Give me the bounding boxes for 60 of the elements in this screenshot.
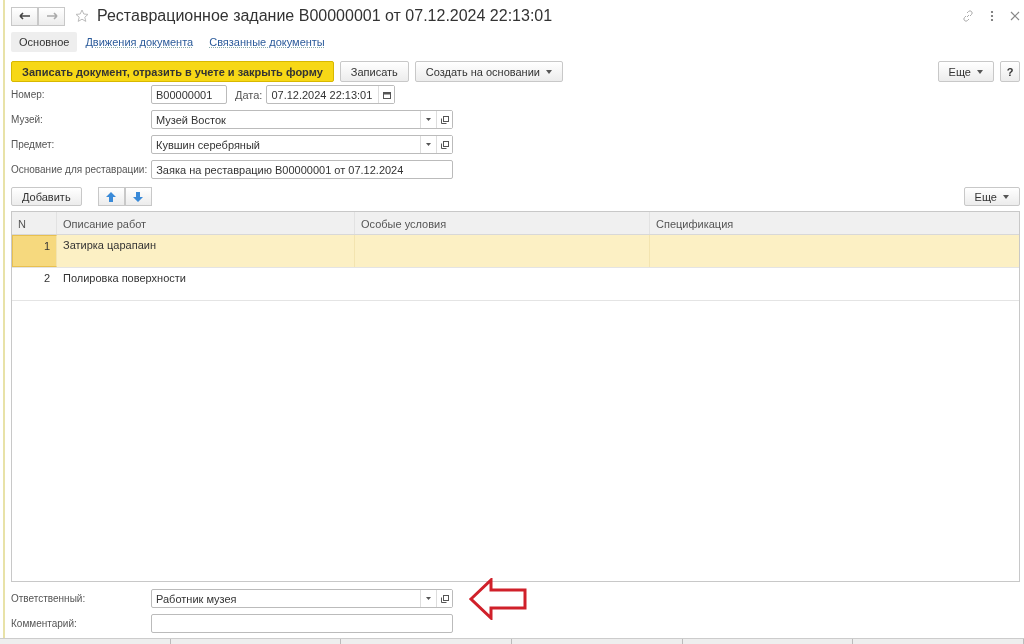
- field-label: Музей:: [11, 114, 44, 125]
- date-field[interactable]: 07.12.2024 22:13:01: [266, 85, 396, 104]
- field-label: Номер:: [11, 89, 46, 100]
- input-field[interactable]: Заяка на реставрацию В00000001 от 07.12.2024: [151, 160, 454, 179]
- caret-icon: [426, 597, 431, 600]
- right-arrow-icon: [45, 12, 58, 20]
- window-title: Реставрационное задание В00000001 от 07.12.2024 22:13:01: [97, 7, 554, 25]
- more-button[interactable]: Еще: [963, 187, 1020, 206]
- select-field[interactable]: Музей Восток: [151, 110, 453, 129]
- calendar-icon: [382, 90, 391, 99]
- column-header[interactable]: Спецификация: [650, 212, 1019, 234]
- save-button[interactable]: Записать: [339, 61, 409, 82]
- input-field[interactable]: [151, 614, 453, 633]
- link-icon[interactable]: [962, 10, 974, 22]
- move-down-button[interactable]: [124, 187, 152, 206]
- down-arrow-icon: [133, 191, 144, 202]
- tab[interactable]: Основное: [11, 32, 78, 52]
- back-button[interactable]: [11, 6, 38, 26]
- field-label: Ответственный:: [11, 593, 87, 604]
- open-window-icon: [440, 115, 449, 124]
- table-cell-text: Полировка поверхности: [62, 271, 187, 286]
- open-button[interactable]: [436, 590, 452, 607]
- column-header[interactable]: N: [12, 212, 57, 234]
- more-options-icon[interactable]: [990, 10, 994, 22]
- number-field[interactable]: В00000001: [151, 85, 227, 104]
- field-label: Дата:: [235, 88, 263, 101]
- select-field[interactable]: Кувшин серебряный: [151, 135, 453, 154]
- field-label: Предмет:: [11, 139, 56, 150]
- table-row[interactable]: 2 Полировка поверхности: [12, 268, 1019, 301]
- table-cell: 1: [12, 235, 57, 267]
- star-icon[interactable]: [75, 9, 89, 23]
- more-button[interactable]: Еще: [937, 61, 994, 82]
- tab[interactable]: Движения документа: [77, 32, 202, 52]
- caret-icon: [545, 69, 552, 74]
- left-arrow-icon: [18, 12, 31, 20]
- open-button[interactable]: [436, 136, 452, 153]
- table-cell: Затирка царапаин: [57, 235, 355, 267]
- column-header[interactable]: Описание работ: [57, 212, 355, 234]
- caret-icon: [977, 69, 983, 74]
- close-icon[interactable]: [1010, 11, 1020, 21]
- open-window-icon: [440, 594, 449, 603]
- save-and-close-button[interactable]: Записать документ, отразить в учете и закрыть форму: [11, 61, 334, 82]
- add-button[interactable]: Добавить: [11, 187, 82, 206]
- move-up-button[interactable]: [97, 187, 125, 206]
- field-label: Комментарий:: [11, 618, 78, 629]
- open-button[interactable]: [436, 111, 452, 128]
- create-based-on-button[interactable]: Создать на основании: [414, 61, 563, 82]
- help-button[interactable]: ?: [1000, 61, 1020, 82]
- table-row[interactable]: 1 Затирка царапаин: [12, 235, 1019, 268]
- table-cell-text: 2: [42, 271, 51, 286]
- calendar-button[interactable]: [378, 86, 395, 103]
- caret-icon: [1003, 194, 1009, 199]
- select-field[interactable]: Работник музея: [151, 589, 453, 608]
- field-label: Основание для реставрации:: [11, 164, 149, 175]
- open-window-icon: [440, 140, 449, 149]
- column-header[interactable]: Особые условия: [355, 212, 650, 234]
- tab[interactable]: Связанные документы: [201, 32, 333, 52]
- up-arrow-icon: [106, 191, 117, 202]
- caret-icon: [426, 118, 431, 121]
- caret-icon: [426, 143, 431, 146]
